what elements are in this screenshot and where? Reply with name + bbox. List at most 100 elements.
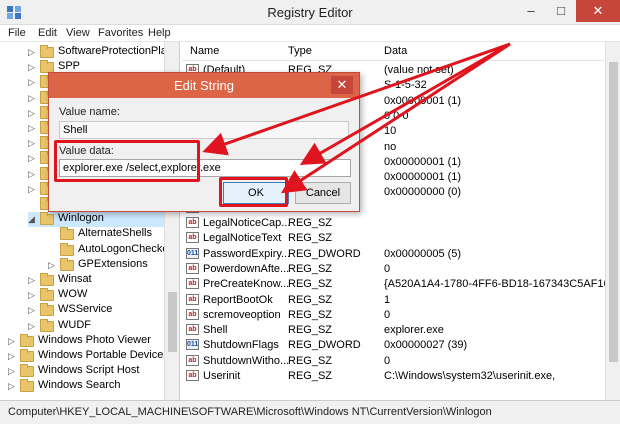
folder-icon: [40, 273, 54, 286]
expand-arrow-icon[interactable]: ▷: [28, 93, 37, 104]
value-row[interactable]: ab ReportBootOk REG_SZ 1: [182, 293, 606, 309]
tree-item[interactable]: AlternateShells: [48, 227, 164, 242]
value-name: PasswordExpiry...: [203, 247, 291, 260]
expand-arrow-icon[interactable]: ▷: [28, 138, 37, 149]
value-name: Userinit: [203, 370, 241, 382]
value-row[interactable]: ab PreCreateKnow... REG_SZ {A520A1A4-1780-4…: [182, 278, 613, 293]
value-row[interactable]: 011 PasswordExpiry... REG_DWORD 0x00000005 …: [182, 247, 606, 263]
value-name: LegalNoticeText: [203, 232, 282, 245]
expand-arrow-icon[interactable]: ▷: [28, 275, 37, 286]
tree-item-label: Windows Portable Devices: [38, 349, 169, 361]
expand-arrow-icon[interactable]: ▷: [28, 62, 37, 73]
tree-item[interactable]: ▷ GPExtensions: [48, 257, 164, 273]
folder-icon: [60, 227, 74, 241]
value-data-highlight: [54, 140, 200, 182]
tree-item[interactable]: ▷ Windows Script Host: [8, 364, 164, 379]
string-value-icon: ab: [186, 262, 199, 274]
folder-icon: [20, 379, 34, 393]
maximize-button[interactable]: □: [546, 0, 576, 22]
binary-value-icon: 011: [186, 339, 199, 351]
value-type: REG_DWORD: [288, 339, 361, 352]
expand-arrow-icon[interactable]: ▷: [28, 47, 37, 58]
values-vertical-scrollbar[interactable]: [605, 42, 620, 400]
tree-item[interactable]: ◢ Winlogon: [28, 212, 164, 228]
tree-item[interactable]: ▷ Windows Portable Devices: [8, 349, 169, 364]
value-type: REG_SZ: [288, 370, 333, 382]
expand-arrow-icon[interactable]: ▷: [8, 351, 17, 362]
tree-item[interactable]: ▷ Winsat: [28, 273, 164, 288]
ok-button-highlight: [219, 177, 288, 207]
value-name: Shell: [203, 324, 228, 337]
expand-arrow-icon[interactable]: ▷: [28, 123, 37, 134]
expand-arrow-icon[interactable]: ▷: [48, 260, 57, 271]
value-row[interactable]: ab PowerdownAfte... REG_SZ 0: [182, 262, 606, 278]
dialog-title: Edit String: [174, 78, 234, 93]
close-button[interactable]: ✕: [576, 0, 620, 22]
tree-item-label: SoftwareProtectionPlatfor: [58, 45, 180, 57]
tree-item-label: AutoLogonChecked: [78, 242, 175, 255]
menu-edit[interactable]: Edit: [38, 27, 57, 39]
value-data: {A520A1A4-1780-4FF6-BD18-167343C5AF16}: [384, 278, 614, 291]
value-type: REG_SZ: [288, 232, 333, 245]
expand-arrow-icon[interactable]: ▷: [28, 169, 37, 180]
expand-arrow-icon[interactable]: ▷: [28, 321, 37, 332]
value-row[interactable]: ab LegalNoticeCap... REG_SZ: [182, 217, 606, 232]
tree-item-label: Winsat: [58, 273, 92, 285]
expand-arrow-icon[interactable]: ▷: [28, 305, 37, 316]
menu-file[interactable]: File: [8, 27, 26, 39]
menu-view[interactable]: View: [66, 27, 90, 39]
string-value-icon: ab: [186, 293, 199, 305]
minimize-button[interactable]: –: [516, 0, 546, 22]
expand-arrow-icon[interactable]: ▷: [28, 290, 37, 301]
dialog-close-button[interactable]: ✕: [331, 76, 353, 94]
binary-value-icon: 011: [186, 247, 199, 259]
expand-arrow-icon[interactable]: ▷: [28, 184, 37, 195]
value-data: 0: [384, 308, 391, 321]
value-data: 0x00000001 (1): [384, 171, 462, 184]
value-row[interactable]: ab scremoveoption REG_SZ 0: [182, 308, 606, 324]
folder-icon: [20, 349, 34, 362]
expand-arrow-icon[interactable]: ◢: [28, 214, 37, 225]
scroll-thumb[interactable]: [168, 292, 177, 352]
folder-icon: [40, 303, 54, 317]
cancel-button[interactable]: Cancel: [295, 182, 351, 204]
expand-arrow-icon[interactable]: ▷: [28, 153, 37, 164]
folder-icon: [40, 288, 54, 302]
tree-item[interactable]: ▷ WUDF: [28, 318, 164, 334]
status-bar: Computer\HKEY_LOCAL_MACHINE\SOFTWARE\Mic…: [0, 400, 620, 424]
tree-item[interactable]: ▷ Windows Search: [8, 379, 164, 394]
value-row[interactable]: ab Shell REG_SZ explorer.exe: [182, 324, 606, 339]
column-data[interactable]: Data: [384, 45, 407, 57]
tree-item[interactable]: ▷ WOW: [28, 288, 164, 303]
menu-favorites[interactable]: Favorites: [98, 27, 143, 39]
value-data: 0 0 0: [384, 109, 409, 122]
tree-item[interactable]: ▷ WSService: [28, 303, 164, 318]
value-data: 1: [384, 293, 391, 306]
expand-arrow-icon[interactable]: ▷: [8, 336, 17, 347]
column-name[interactable]: Name: [190, 45, 219, 57]
value-row[interactable]: ab LegalNoticeText REG_SZ: [182, 232, 606, 247]
tree-item[interactable]: AutoLogonChecked: [48, 242, 175, 258]
value-type: REG_SZ: [288, 217, 333, 229]
string-value-icon: ab: [186, 354, 199, 366]
string-value-icon: ab: [186, 278, 199, 290]
value-data: 0x00000001 (1): [384, 155, 462, 168]
menu-help[interactable]: Help: [148, 27, 171, 39]
tree-item[interactable]: ▷ Windows Photo Viewer: [8, 333, 164, 349]
value-row[interactable]: ab Userinit REG_SZ C:\Windows\system32\user…: [182, 370, 606, 385]
value-row[interactable]: 011 ShutdownFlags REG_DWORD 0x00000027 (39): [182, 339, 606, 354]
value-name-field: Shell: [59, 121, 349, 139]
value-row[interactable]: ab ShutdownWitho... REG_SZ 0: [182, 354, 606, 370]
expand-arrow-icon[interactable]: ▷: [8, 366, 17, 377]
column-type[interactable]: Type: [288, 45, 312, 57]
expand-arrow-icon[interactable]: ▷: [28, 77, 37, 88]
value-type: REG_SZ: [288, 354, 333, 367]
expand-arrow-icon[interactable]: ▷: [8, 381, 17, 392]
scroll-thumb[interactable]: [609, 62, 618, 362]
tree-item[interactable]: ▷ SoftwareProtectionPlatfor: [28, 45, 179, 60]
expand-arrow-icon[interactable]: ▷: [28, 108, 37, 119]
value-data: no: [384, 140, 397, 153]
tree-item-label: WSService: [58, 303, 113, 316]
value-name: ShutdownWitho...: [203, 354, 290, 367]
value-data: 0x00000001 (1): [384, 94, 462, 107]
